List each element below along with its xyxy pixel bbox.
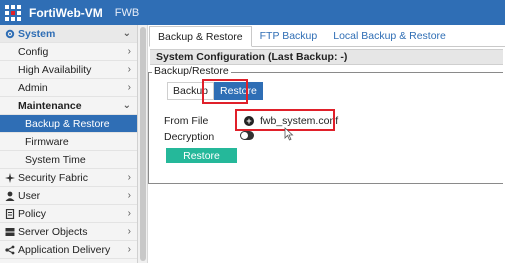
- chevron-down-icon: ⌄: [122, 28, 131, 39]
- sidebar-item-user[interactable]: User ›: [0, 187, 137, 205]
- toggle-knob: [241, 132, 248, 139]
- sidebar-item-label: User: [18, 189, 41, 202]
- scrollbar-thumb[interactable]: [140, 27, 146, 261]
- mouse-pointer-icon: [284, 127, 294, 141]
- restore-submit-button[interactable]: Restore: [166, 148, 237, 163]
- sidebar-item-label: Admin: [18, 81, 48, 94]
- chevron-right-icon: ›: [127, 64, 131, 75]
- chevron-right-icon: ›: [127, 208, 131, 219]
- sidebar-item-label: Policy: [18, 207, 47, 220]
- top-header: FortiWeb-VM FWB: [0, 0, 505, 25]
- chevron-down-icon: ⌄: [122, 100, 131, 111]
- tab-bar: Backup & Restore FTP Backup Local Backup…: [149, 25, 505, 47]
- gear-icon: [4, 28, 15, 39]
- decryption-toggle[interactable]: [240, 131, 254, 140]
- sidebar-item-label: Server Objects: [18, 225, 88, 238]
- sidebar-item-label: Application Delivery: [18, 243, 111, 256]
- app-title: FortiWeb-VM: [29, 5, 103, 20]
- sidebar-item-admin[interactable]: Admin ›: [0, 79, 137, 97]
- chevron-right-icon: ›: [127, 172, 131, 183]
- sidebar: System ⌄ Config › High Availability › Ad…: [0, 25, 138, 263]
- sidebar-item-label: Config: [18, 45, 49, 58]
- sidebar-item-label: System Time: [25, 153, 86, 166]
- sidebar-item-firmware[interactable]: Firmware: [0, 133, 137, 151]
- chevron-right-icon: ›: [127, 82, 131, 93]
- fortinet-logo-icon: [3, 3, 23, 23]
- from-file-label: From File: [164, 115, 209, 127]
- sidebar-item-label: Maintenance: [18, 99, 82, 112]
- user-icon: [4, 190, 15, 201]
- sidebar-item-backup-restore[interactable]: Backup & Restore: [0, 115, 137, 133]
- policy-icon: [4, 208, 15, 219]
- fabric-icon: [4, 172, 15, 183]
- sidebar-item-maintenance[interactable]: Maintenance ⌄: [0, 97, 137, 115]
- sidebar-item-label: Backup & Restore: [25, 117, 110, 130]
- server-icon: [4, 226, 15, 237]
- decryption-label: Decryption: [164, 131, 215, 143]
- fieldset-legend: Backup/Restore: [152, 65, 231, 77]
- tab-local-backup-restore[interactable]: Local Backup & Restore: [325, 25, 454, 46]
- tab-ftp-backup[interactable]: FTP Backup: [252, 25, 326, 46]
- chevron-right-icon: ›: [127, 190, 131, 201]
- chevron-right-icon: ›: [127, 46, 131, 57]
- delivery-icon: [4, 244, 15, 255]
- sidebar-item-policy[interactable]: Policy ›: [0, 205, 137, 223]
- device-name: FWB: [114, 6, 140, 19]
- sidebar-item-system[interactable]: System ⌄: [0, 25, 137, 43]
- sidebar-item-high-availability[interactable]: High Availability ›: [0, 61, 137, 79]
- sidebar-item-label: High Availability: [18, 63, 92, 76]
- sidebar-item-label: System: [18, 27, 56, 40]
- sidebar-item-application-delivery[interactable]: Application Delivery ›: [0, 241, 137, 259]
- sidebar-item-config[interactable]: Config ›: [0, 43, 137, 61]
- sidebar-item-system-time[interactable]: System Time: [0, 151, 137, 169]
- sidebar-item-label: Security Fabric: [18, 171, 89, 184]
- sidebar-scrollbar[interactable]: [138, 25, 148, 263]
- highlight-box: [202, 79, 248, 104]
- sidebar-item-server-objects[interactable]: Server Objects ›: [0, 223, 137, 241]
- tab-backup-restore[interactable]: Backup & Restore: [149, 26, 252, 47]
- sidebar-item-label: Firmware: [25, 135, 69, 148]
- sidebar-item-security-fabric[interactable]: Security Fabric ›: [0, 169, 137, 187]
- chevron-right-icon: ›: [127, 226, 131, 237]
- section-title: System Configuration (Last Backup: -): [150, 49, 505, 65]
- chevron-right-icon: ›: [127, 244, 131, 255]
